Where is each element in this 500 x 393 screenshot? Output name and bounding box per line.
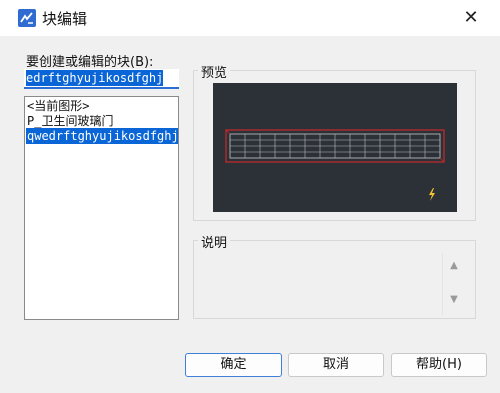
list-item[interactable]: P_卫生间玻璃门 xyxy=(26,113,178,129)
scroll-up-icon[interactable]: ▲ xyxy=(447,260,461,272)
block-name-label: 要创建或编辑的块(B): xyxy=(26,55,154,70)
window-title: 块编辑 xyxy=(42,10,88,28)
preview-canvas xyxy=(213,83,457,212)
block-listbox[interactable]: <当前图形> P_卫生间玻璃门 qwedrftghyujikosdfghj xyxy=(24,96,179,320)
scrollbar-track xyxy=(442,253,443,315)
lightning-bolt-icon xyxy=(429,188,435,201)
close-button[interactable]: ✕ xyxy=(456,4,486,32)
help-button[interactable]: 帮助(H) xyxy=(391,353,487,377)
title-bar: 块编辑 ✕ xyxy=(0,0,500,36)
ok-button[interactable]: 确定 xyxy=(185,353,282,377)
list-item-selected[interactable]: qwedrftghyujikosdfghj xyxy=(26,128,178,144)
preview-label: 预览 xyxy=(198,62,231,81)
block-edit-dialog: 块编辑 ✕ 要创建或编辑的块(B): edrftghyujikosdfghj <… xyxy=(0,0,500,393)
app-logo-icon xyxy=(18,9,36,27)
block-preview-drawing xyxy=(225,129,445,201)
scroll-down-icon[interactable]: ▼ xyxy=(447,294,461,306)
block-name-input[interactable]: edrftghyujikosdfghj xyxy=(24,69,179,89)
description-textarea[interactable] xyxy=(201,252,469,314)
description-label: 说明 xyxy=(198,232,231,251)
cancel-button[interactable]: 取消 xyxy=(288,353,384,377)
list-item[interactable]: <当前图形> xyxy=(26,98,178,114)
block-name-value: edrftghyujikosdfghj xyxy=(26,70,164,86)
